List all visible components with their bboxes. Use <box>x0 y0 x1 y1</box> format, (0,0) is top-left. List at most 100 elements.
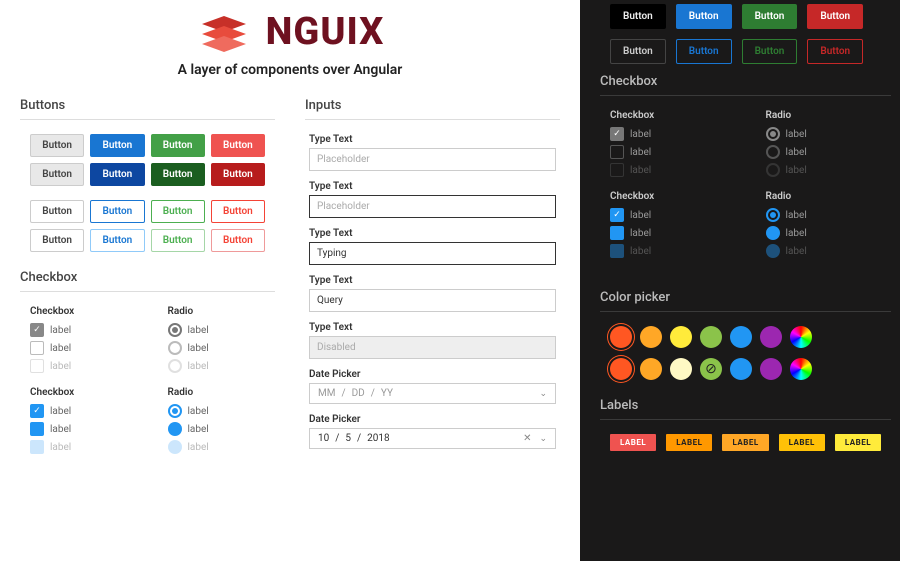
section-inputs: Inputs <box>305 98 560 120</box>
checkbox-unchecked[interactable] <box>610 145 624 159</box>
color-swatch-none[interactable]: ⊘ <box>700 358 722 380</box>
radio-heading: Radio <box>168 306 266 317</box>
logo-icon <box>196 10 252 54</box>
color-swatch-purple[interactable] <box>760 326 782 348</box>
date-picker-empty[interactable]: MM/DD/YY ⌄ <box>309 383 556 404</box>
input-label: Type Text <box>309 134 556 145</box>
checkbox-checked-blue[interactable]: ✓ <box>30 404 44 418</box>
button-outline-primary-light[interactable]: Button <box>90 229 144 252</box>
radio-unchecked[interactable] <box>766 145 780 159</box>
label-yellow: LABEL <box>779 434 825 451</box>
section-colorpicker: Color picker <box>600 290 891 312</box>
checkbox-unchecked-blue[interactable] <box>610 226 624 240</box>
input-label: Type Text <box>309 228 556 239</box>
button-success[interactable]: Button <box>151 134 205 157</box>
section-checkbox: Checkbox <box>20 270 275 292</box>
checkbox-heading: Checkbox <box>610 110 726 121</box>
button-danger[interactable]: Button <box>211 134 265 157</box>
label-amber: LABEL <box>722 434 768 451</box>
color-swatch-custom[interactable] <box>790 358 812 380</box>
tagline: A layer of components over Angular <box>20 62 560 78</box>
color-swatch-orange[interactable] <box>610 326 632 348</box>
section-checkbox-dark: Checkbox <box>600 74 891 96</box>
color-swatch-amber[interactable] <box>640 326 662 348</box>
date-picker-filled[interactable]: 10/5/2018 ✕⌄ <box>309 428 556 449</box>
checkbox-disabled <box>30 359 44 373</box>
button-outline-success-light[interactable]: Button <box>151 229 205 252</box>
radio-unchecked[interactable] <box>168 341 182 355</box>
radio-disabled-blue <box>766 244 780 258</box>
section-buttons: Buttons <box>20 98 275 120</box>
button-default[interactable]: Button <box>30 163 84 186</box>
checkbox-unchecked-blue[interactable] <box>30 422 44 436</box>
button-danger-dark[interactable]: Button <box>211 163 265 186</box>
button-default[interactable]: Button <box>30 134 84 157</box>
button-success-dark[interactable]: Button <box>742 4 798 29</box>
section-labels: Labels <box>600 398 891 420</box>
button-outline-primary-dark[interactable]: Button <box>676 39 732 64</box>
color-swatch-purple[interactable] <box>760 358 782 380</box>
button-outline-danger[interactable]: Button <box>211 200 265 223</box>
radio-disabled <box>766 163 780 177</box>
checkbox-checked[interactable]: ✓ <box>610 127 624 141</box>
checkbox-disabled-blue <box>610 244 624 258</box>
input-label: Type Text <box>309 275 556 286</box>
button-outline-success-dark[interactable]: Button <box>742 39 798 64</box>
radio-disabled <box>168 359 182 373</box>
radio-heading: Radio <box>766 110 882 121</box>
text-input-disabled <box>309 336 556 359</box>
label-red: LABEL <box>610 434 656 451</box>
checkbox-checked-blue[interactable]: ✓ <box>610 208 624 222</box>
radio-checked-blue[interactable] <box>168 404 182 418</box>
input-label: Type Text <box>309 322 556 333</box>
checkbox-unchecked[interactable] <box>30 341 44 355</box>
button-danger-dark[interactable]: Button <box>807 4 863 29</box>
color-swatch-orange[interactable] <box>610 358 632 380</box>
chevron-down-icon: ⌄ <box>539 389 547 399</box>
button-primary-dark[interactable]: Button <box>90 163 144 186</box>
color-swatch-cream[interactable] <box>670 358 692 380</box>
color-swatch-yellow[interactable] <box>670 326 692 348</box>
text-input-typing[interactable] <box>309 242 556 265</box>
clear-icon[interactable]: ✕ <box>523 433 531 444</box>
checkbox-checked[interactable]: ✓ <box>30 323 44 337</box>
radio-unchecked-blue[interactable] <box>168 422 182 436</box>
checkbox-heading: Checkbox <box>30 306 128 317</box>
checkbox-heading: Checkbox <box>610 191 726 202</box>
button-outline-dark[interactable]: Button <box>610 39 666 64</box>
label-orange: LABEL <box>666 434 712 451</box>
button-outline-success[interactable]: Button <box>151 200 205 223</box>
color-swatch-green[interactable] <box>700 326 722 348</box>
label-yellow-light: LABEL <box>835 434 881 451</box>
button-outline-danger-light[interactable]: Button <box>211 229 265 252</box>
color-swatch-custom[interactable] <box>790 326 812 348</box>
radio-heading: Radio <box>168 387 266 398</box>
color-swatch-blue[interactable] <box>730 358 752 380</box>
radio-disabled-blue <box>168 440 182 454</box>
color-swatch-amber[interactable] <box>640 358 662 380</box>
text-input[interactable] <box>309 148 556 171</box>
radio-checked[interactable] <box>766 127 780 141</box>
datepicker-label: Date Picker <box>309 414 556 425</box>
button-outline-danger-dark[interactable]: Button <box>807 39 863 64</box>
chevron-down-icon: ⌄ <box>539 434 547 444</box>
button-default-dark[interactable]: Button <box>610 4 666 29</box>
input-label: Type Text <box>309 181 556 192</box>
radio-heading: Radio <box>766 191 882 202</box>
radio-checked-blue[interactable] <box>766 208 780 222</box>
button-primary-dark[interactable]: Button <box>676 4 732 29</box>
checkbox-disabled-blue <box>30 440 44 454</box>
radio-unchecked-blue[interactable] <box>766 226 780 240</box>
button-outline[interactable]: Button <box>30 200 84 223</box>
checkbox-disabled <box>610 163 624 177</box>
button-outline-primary[interactable]: Button <box>90 200 144 223</box>
text-input-focused[interactable] <box>309 195 556 218</box>
checkbox-heading: Checkbox <box>30 387 128 398</box>
button-outline[interactable]: Button <box>30 229 84 252</box>
button-success-dark[interactable]: Button <box>151 163 205 186</box>
button-primary[interactable]: Button <box>90 134 144 157</box>
radio-checked[interactable] <box>168 323 182 337</box>
text-input-filled[interactable] <box>309 289 556 312</box>
color-swatch-blue[interactable] <box>730 326 752 348</box>
brand-name: NGUIX <box>266 10 385 54</box>
